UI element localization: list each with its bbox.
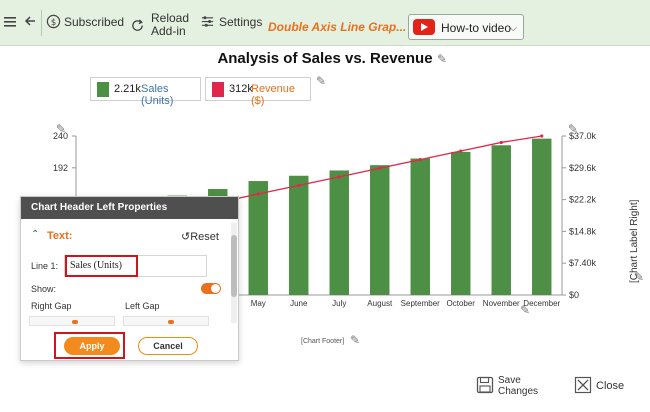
bar-november — [491, 145, 511, 295]
legend-revenue-name: Revenue ($) — [251, 83, 296, 107]
bar-july — [329, 170, 349, 295]
legend-swatch-revenue — [212, 82, 224, 97]
text-section-header[interactable]: ⌃ Text: ↺Reset — [21, 227, 233, 247]
close-label: Close — [596, 380, 625, 392]
revenue-point-august — [378, 166, 382, 170]
edit-right-axis-pencil-icon[interactable]: ✎ — [568, 122, 578, 136]
revenue-point-september — [418, 158, 422, 162]
edit-right-label-pencil-icon[interactable]: ✎ — [634, 270, 644, 284]
revenue-point-june — [297, 183, 301, 188]
left-gap-label: Left Gap — [125, 301, 160, 311]
bar-august — [370, 165, 390, 295]
close-icon — [574, 376, 592, 394]
text-section-title: Text: — [47, 230, 73, 242]
x-tick-label: June — [290, 299, 308, 308]
close-button[interactable]: Close — [572, 376, 632, 396]
cancel-button[interactable]: Cancel — [138, 337, 198, 355]
edit-title-pencil-icon[interactable]: ✎ — [437, 52, 447, 66]
bar-may — [248, 181, 268, 295]
chevron-up-icon[interactable]: ⌃ — [31, 229, 39, 240]
right-gap-label: Right Gap — [31, 301, 72, 311]
chart-title-text: Analysis of Sales vs. Revenue — [217, 50, 433, 67]
line1-label: Line 1: — [31, 261, 59, 271]
edit-legend-pencil-icon[interactable]: ✎ — [316, 74, 326, 88]
app-window: $ Subscribed Reload Add-in Settings Doub… — [0, 0, 650, 412]
revenue-point-october — [459, 149, 463, 153]
revenue-point-may — [256, 192, 260, 196]
show-label: Show: — [31, 284, 57, 294]
panel-header: Chart Header Left Properties — [21, 197, 238, 219]
chart-title[interactable]: Analysis of Sales vs. Revenue — [0, 50, 650, 67]
reset-label: Reset — [190, 231, 219, 243]
legend-item-sales[interactable]: 2.21k Sales (Units) — [90, 77, 201, 107]
right-tick-label: $14.8k — [569, 226, 597, 236]
x-tick-label: July — [332, 299, 346, 308]
apply-button-highlight — [54, 332, 125, 359]
line1-input-highlight — [65, 255, 138, 277]
edit-x-axis-pencil-icon[interactable]: ✎ — [520, 303, 530, 317]
undo-icon: ↺ — [181, 231, 191, 243]
left-gap-slider[interactable] — [123, 316, 209, 326]
right-tick-label: $0 — [569, 290, 579, 300]
right-tick-label: $22.2k — [569, 195, 597, 205]
bar-october — [451, 151, 471, 295]
save-changes-button[interactable]: Save Changes — [474, 374, 544, 402]
revenue-point-december — [540, 134, 544, 138]
x-tick-label: May — [251, 299, 266, 308]
save-floppy-icon — [476, 376, 494, 394]
revenue-point-november — [499, 140, 503, 145]
edit-left-axis-pencil-icon[interactable]: ✎ — [56, 122, 66, 136]
x-tick-label: November — [483, 299, 520, 308]
bar-december — [532, 138, 552, 295]
show-toggle[interactable] — [201, 283, 221, 294]
legend-sales-name: Sales (Units) — [141, 83, 174, 107]
x-tick-label: September — [401, 299, 440, 308]
legend-item-revenue[interactable]: 312k Revenue ($) — [205, 77, 311, 107]
right-gap-slider-handle[interactable] — [72, 320, 78, 324]
revenue-point-july — [337, 175, 341, 179]
legend-swatch-sales — [97, 82, 109, 97]
x-tick-label: October — [447, 299, 476, 308]
bar-september — [410, 158, 430, 295]
panel-title: Chart Header Left Properties — [31, 202, 168, 213]
legend-sales-value: 2.21k — [114, 83, 141, 95]
edit-footer-pencil-icon[interactable]: ✎ — [350, 333, 360, 347]
right-tick-label: $29.6k — [569, 163, 597, 173]
chart-header-left-properties-panel: Chart Header Left Properties ⌃ Text: ↺Re… — [20, 196, 239, 361]
x-tick-label: August — [367, 299, 393, 308]
right-gap-slider[interactable] — [29, 316, 115, 326]
left-gap-slider-handle[interactable] — [168, 320, 174, 324]
left-tick-label: 192 — [53, 163, 68, 173]
save-changes-label: Save Changes — [498, 375, 539, 397]
reset-button[interactable]: ↺Reset — [181, 230, 219, 243]
right-tick-label: $7.40k — [569, 258, 597, 268]
chart-footer-label[interactable]: [Chart Footer] — [301, 338, 344, 345]
bar-june — [289, 175, 309, 295]
legend-revenue-value: 312k — [229, 83, 253, 95]
